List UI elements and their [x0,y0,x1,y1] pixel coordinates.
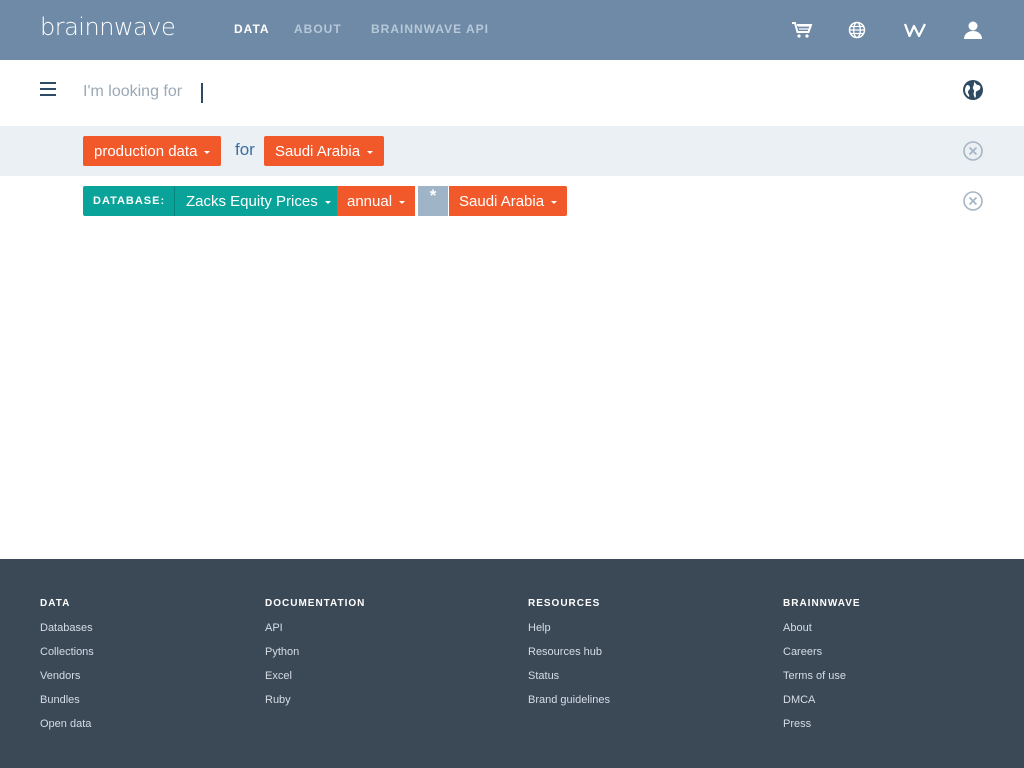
footer-link-open-data[interactable]: Open data [40,718,94,742]
footer-link-press[interactable]: Press [783,718,861,742]
text-cursor [201,83,203,103]
user-icon[interactable] [961,18,985,42]
subject-dropdown[interactable]: production data [83,136,222,166]
brand-w-icon[interactable] [903,18,927,42]
footer-column-resources: RESOURCES Help Resources hub Status Bran… [528,598,610,718]
footer-link-python[interactable]: Python [265,646,365,670]
chevron-down-icon [367,150,374,154]
footer-link-about[interactable]: About [783,622,861,646]
globe-icon[interactable] [845,18,869,42]
footer-heading: DOCUMENTATION [265,598,366,609]
footer-link-bundles[interactable]: Bundles [40,694,94,718]
footer-link-databases[interactable]: Databases [40,622,94,646]
query-connector: for [235,140,255,159]
frequency-dropdown-label: annual [347,192,393,210]
search-input[interactable] [83,78,583,106]
footer-column-brainnwave: BRAINNWAVE About Careers Terms of use DM… [783,598,861,742]
footer-heading: BRAINNWAVE [783,598,861,609]
footer-heading: RESOURCES [528,598,601,609]
footer-link-vendors[interactable]: Vendors [40,670,94,694]
chevron-down-icon [204,150,211,154]
footer-column-documentation: DOCUMENTATION API Python Excel Ruby [265,598,365,718]
footer-link-status[interactable]: Status [528,670,610,694]
chevron-down-icon [551,200,558,204]
frequency-dropdown[interactable]: annual [337,186,416,216]
nav-about[interactable]: ABOUT [294,22,342,36]
footer-link-brand-guidelines[interactable]: Brand guidelines [528,694,610,718]
filter-region-dropdown-label: Saudi Arabia [459,192,545,210]
site-footer: DATA Databases Collections Vendors Bundl… [0,559,1024,768]
chevron-down-icon [324,200,331,204]
cart-icon[interactable] [790,18,814,42]
footer-link-careers[interactable]: Careers [783,646,861,670]
chevron-down-icon [399,200,406,204]
database-dropdown[interactable]: Zacks Equity Prices [174,186,342,216]
menu-icon[interactable] [40,82,56,96]
search-bar [0,60,1024,126]
footer-link-api[interactable]: API [265,622,365,646]
footer-link-dmca[interactable]: DMCA [783,694,861,718]
footer-link-resources-hub[interactable]: Resources hub [528,646,610,670]
subject-dropdown-label: production data [94,142,198,160]
nav-brainnwave-api[interactable]: BRAINNWAVE API [371,22,489,36]
filter-region-dropdown[interactable]: Saudi Arabia [449,186,568,216]
database-label: DATABASE: [83,186,176,216]
nav-data[interactable]: DATA [234,22,270,36]
footer-link-terms-of-use[interactable]: Terms of use [783,670,861,694]
region-dropdown[interactable]: Saudi Arabia [264,136,385,166]
top-navbar: brainnwave DATA ABOUT BRAINNWAVE API [0,0,1024,60]
footer-link-help[interactable]: Help [528,622,610,646]
world-map-icon[interactable] [962,79,984,101]
footer-link-ruby[interactable]: Ruby [265,694,365,718]
brainnwave-logo[interactable]: brainnwave [40,13,176,41]
database-dropdown-label: Zacks Equity Prices [186,192,318,210]
footer-heading: DATA [40,598,71,609]
clear-filter-icon[interactable] [963,191,983,211]
footer-column-data: DATA Databases Collections Vendors Bundl… [40,598,94,742]
wildcard-selector[interactable]: * [418,186,448,216]
clear-query-icon[interactable] [963,141,983,161]
footer-link-excel[interactable]: Excel [265,670,365,694]
footer-link-collections[interactable]: Collections [40,646,94,670]
region-dropdown-label: Saudi Arabia [275,142,361,160]
